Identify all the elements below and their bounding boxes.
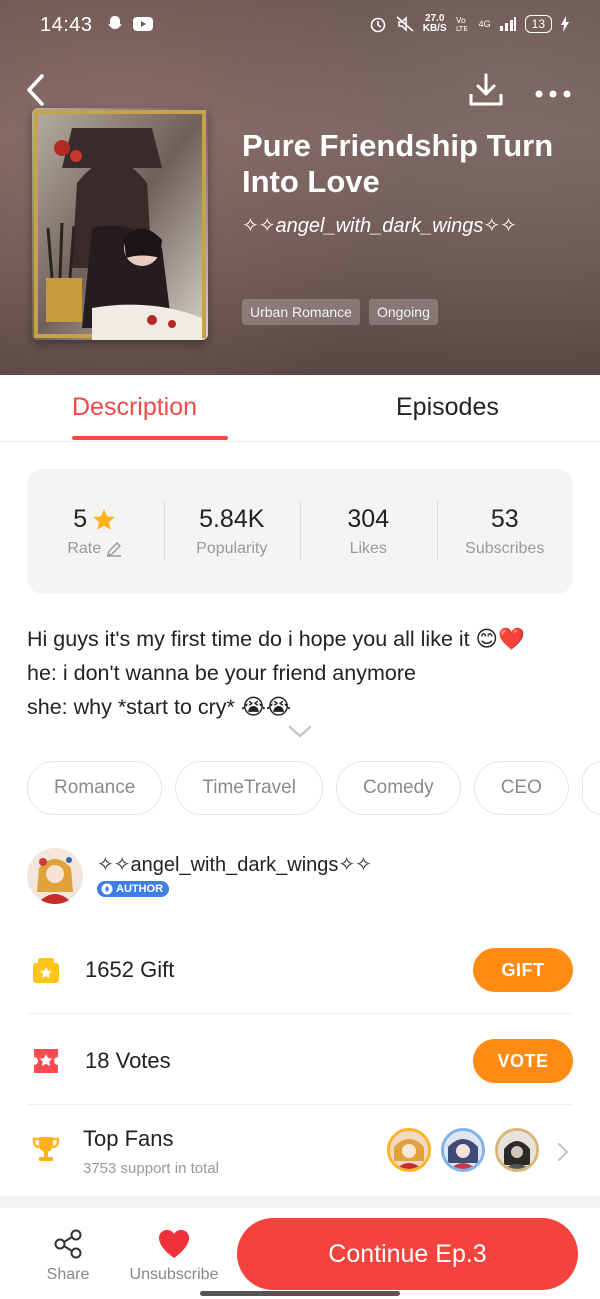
description-line: Hi guys it's my first time do i hope you… [27,627,525,651]
heart-icon [158,1229,190,1258]
top-fans-avatars [387,1128,539,1172]
chevron-right-icon[interactable] [557,1142,569,1162]
status-left-icons [106,15,154,33]
book-status-tag: Ongoing [368,299,438,325]
author-badge: AUTHOR [97,881,170,897]
svg-text:LTE: LTE [456,25,468,33]
gift-count: 1652 Gift [85,957,174,983]
stat-popularity: 5.84K Popularity [163,469,301,594]
net-speed: 27.0 KB/S [423,14,447,34]
stat-likes-value: 304 [347,505,390,533]
stat-popularity-value: 5.84K [199,505,265,533]
top-fans-row[interactable]: Top Fans 3753 support in total [27,1106,573,1196]
vote-ticket-icon [34,1049,58,1073]
votes-row: 18 Votes VOTE [27,1015,573,1105]
status-time: 14:43 [40,14,93,36]
gift-count-label: Gift [140,957,175,982]
stat-rate-value-wrap: 5 [27,505,164,534]
unsubscribe-button[interactable]: Unsubscribe [125,1228,223,1284]
tab-description[interactable]: Description [72,393,197,422]
stat-rate-value: 5 [73,505,88,533]
trophy-icon [32,1137,60,1161]
fan-avatar-silver[interactable] [441,1128,485,1172]
genre-list: Romance TimeTravel Comedy CEO [27,761,600,816]
share-button[interactable]: Share [42,1228,94,1284]
charging-icon [561,16,569,32]
expand-description-icon[interactable] [287,724,313,740]
stat-rate-label: Rate [67,540,102,557]
genre-chip[interactable]: Comedy [335,761,461,815]
share-label: Share [46,1266,90,1283]
stat-likes: 304 Likes [300,469,437,594]
bottom-action-bar: Share Unsubscribe Continue Ep.3 [0,1208,600,1299]
author-badge-label: AUTHOR [116,883,164,895]
author-row[interactable]: ✧✧angel_with_dark_wings✧✧ AUTHOR [27,848,573,908]
stat-likes-label: Likes [349,540,387,557]
edit-pencil-icon [107,542,122,557]
download-icon[interactable] [468,72,504,108]
more-options-icon[interactable] [532,72,574,108]
share-icon [54,1229,82,1259]
stats-card: 5 Rate 5.84K Popularity 304 Likes 53 Sub… [27,469,573,594]
top-fans-subtitle: 3753 support in total [83,1160,219,1177]
author-name[interactable]: ✧✧angel_with_dark_wings✧✧ [97,852,372,877]
star-icon [93,508,116,530]
tab-episodes[interactable]: Episodes [396,393,499,422]
gift-icon [33,958,59,983]
genre-chip-overflow[interactable] [581,761,600,815]
volte-icon: VoLTE [456,16,468,33]
book-description: Hi guys it's my first time do i hope you… [27,622,577,724]
votes-count-label: Votes [115,1048,171,1073]
header-actions [0,70,600,110]
book-author[interactable]: ✧✧angel_with_dark_wings✧✧ [242,213,517,238]
fan-avatar-bronze[interactable] [495,1128,539,1172]
stat-popularity-label: Popularity [196,540,268,557]
book-header: 14:43 27.0 KB/S Vo LTE 4G 13 Pure Friend… [0,0,600,375]
section-divider [0,1196,600,1208]
net-speed-unit: KB/S [422,23,447,34]
stat-rate-label-wrap: Rate [27,540,164,558]
vote-button[interactable]: VOTE [473,1039,573,1083]
youtube-icon [133,17,153,31]
gift-row: 1652 Gift GIFT [27,924,573,1014]
signal-icon [499,17,516,31]
status-bar: 14:43 27.0 KB/S Vo LTE 4G 13 [0,0,600,52]
votes-count-value: 18 [85,1048,110,1073]
author-avatar[interactable] [27,848,83,904]
mute-icon [396,16,414,32]
home-indicator [200,1291,400,1296]
unsubscribe-label: Unsubscribe [129,1266,219,1283]
author-badge-icon [101,883,113,895]
gift-count-value: 1652 [85,957,134,982]
fan-avatar-gold[interactable] [387,1128,431,1172]
alarm-icon [370,17,386,33]
svg-text:Vo: Vo [456,16,466,25]
stat-rate[interactable]: 5 Rate [27,469,164,594]
continue-reading-button[interactable]: Continue Ep.3 [237,1218,578,1290]
top-fans-title: Top Fans [83,1126,174,1151]
genre-chip[interactable]: CEO [473,761,569,815]
status-right-icons: 27.0 KB/S Vo LTE 4G 13 [369,14,570,34]
stat-subscribes-label: Subscribes [465,540,545,557]
genre-chip[interactable]: Romance [27,761,163,815]
book-tag: Urban Romance [242,299,360,325]
book-title: Pure Friendship Turn Into Love [242,128,554,199]
description-line: he: i don't wanna be your friend anymore [27,661,416,685]
stat-subscribes: 53 Subscribes [436,469,574,594]
content-tabs: Description Episodes [0,375,600,442]
back-arrow-icon[interactable] [22,72,52,108]
book-tags: Urban Romance Ongoing [242,299,438,325]
book-cover-image[interactable] [32,108,208,340]
votes-count: 18 Votes [85,1048,171,1074]
genre-chip[interactable]: TimeTravel [175,761,323,815]
stat-subscribes-value: 53 [490,505,519,533]
battery-indicator: 13 [524,15,552,33]
gift-button[interactable]: GIFT [473,948,573,992]
network-type: 4G [478,19,491,29]
snapchat-icon [108,16,122,29]
description-line: she: why *start to cry* 😭😭 [27,695,292,719]
active-tab-indicator [72,436,228,440]
